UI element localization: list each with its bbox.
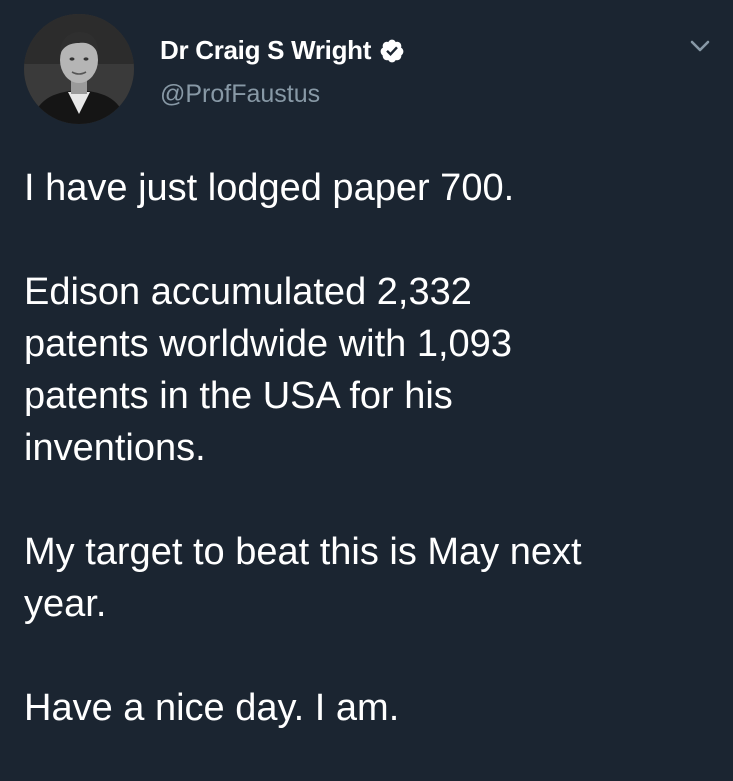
tweet-paragraph: My target to beat this is May next year. xyxy=(24,526,724,630)
tweet-line: patents in the USA for his xyxy=(24,375,453,417)
avatar-photo xyxy=(24,14,134,124)
display-name: Dr Craig S Wright xyxy=(160,35,372,65)
tweet-paragraph: I have just lodged paper 700. xyxy=(24,162,724,214)
tweet-line: year. xyxy=(24,583,107,625)
chevron-down-icon xyxy=(690,40,710,52)
tweet-line: Edison accumulated 2,332 xyxy=(24,271,472,313)
tweet-line: inventions. xyxy=(24,427,206,469)
tweet-text: I have just lodged paper 700. Edison acc… xyxy=(24,162,724,734)
tweet-line: patents worldwide with 1,093 xyxy=(24,323,512,365)
author-handle[interactable]: @ProfFaustus xyxy=(160,80,320,109)
tweet-paragraph: Have a nice day. I am. xyxy=(24,682,724,734)
tweet-line: My target to beat this is May next xyxy=(24,531,582,573)
tweet-line: Have a nice day. I am. xyxy=(24,687,400,729)
author-name-row[interactable]: Dr Craig S Wright xyxy=(160,35,405,66)
tweet-card: Dr Craig S Wright @ProfFaustus I have ju… xyxy=(0,0,733,781)
tweet-menu-button[interactable] xyxy=(682,32,718,60)
tweet-line: I have just lodged paper 700. xyxy=(24,167,515,209)
tweet-paragraph: Edison accumulated 2,332 patents worldwi… xyxy=(24,266,724,474)
avatar[interactable] xyxy=(24,14,134,124)
verified-badge-icon xyxy=(379,38,405,64)
